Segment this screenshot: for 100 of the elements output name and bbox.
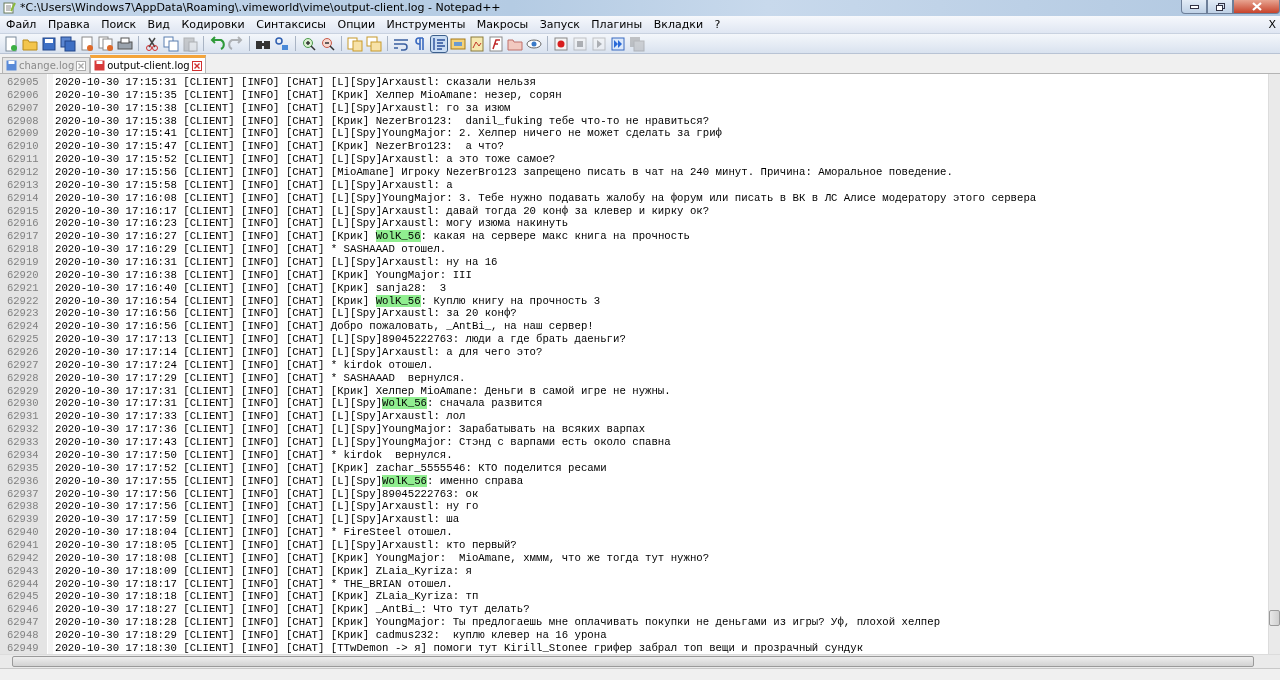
log-line: 2020-10-30 17:16:17 [CLIENT] [INFO] [CHAT] [L][Spy]Arxaustl: давай тогда 20 конф за клевер и кирку ок? xyxy=(55,204,710,218)
function-icon[interactable] xyxy=(488,35,504,52)
line-number: 62929 xyxy=(6,384,40,398)
log-line: 2020-10-30 17:15:52 [CLIENT] [INFO] [CHAT] [L][Spy]Arxaustl: а это тоже самое? xyxy=(55,153,556,166)
menu-item[interactable]: ? xyxy=(710,16,725,33)
close-icon[interactable] xyxy=(191,60,202,71)
line-number: 62906 xyxy=(6,88,40,102)
log-line: 2020-10-30 17:17:52 [CLIENT] [INFO] [CHAT] [Крик] zachar_5555546: КТО поделится ресами xyxy=(55,461,607,475)
line-number: 62917 xyxy=(6,230,40,244)
menu-item[interactable]: Запуск xyxy=(535,16,584,33)
close-icon[interactable] xyxy=(76,60,87,71)
menu-item[interactable]: Макросы xyxy=(472,16,533,33)
close-all-icon[interactable] xyxy=(98,35,114,52)
line-number: 62914 xyxy=(6,191,40,205)
menu-item[interactable]: Файл xyxy=(2,16,41,33)
log-line: 2020-10-30 17:17:50 [CLIENT] [INFO] [CHAT] * kirdok вернулся. xyxy=(55,448,453,462)
line-number: 62932 xyxy=(6,423,40,437)
log-line: 2020-10-30 17:15:41 [CLIENT] [INFO] [CHAT] [L][Spy]YoungMajor: 2. Хелпер ничего не может сделать за гриф xyxy=(55,127,722,141)
close-document-button[interactable]: X xyxy=(1268,16,1276,33)
line-number: 62943 xyxy=(6,564,40,578)
line-number: 62928 xyxy=(6,371,40,385)
line-number: 62910 xyxy=(6,140,40,154)
line-number: 62940 xyxy=(6,526,40,539)
log-line: 2020-10-30 17:17:31 [CLIENT] [INFO] [CHAT] [Крик] Хелпер MioAmane: Деньги в самой игре не нужны. xyxy=(55,384,671,398)
log-line: 2020-10-30 17:15:58 [CLIENT] [INFO] [CHAT] [L][Spy]Arxaustl: а xyxy=(55,178,453,192)
log-line: 2020-10-30 17:15:38 [CLIENT] [INFO] [CHAT] [Крик] NezerBro123: danil_fuking тебе что-то не нравиться? xyxy=(55,114,710,127)
log-line: 2020-10-30 17:16:29 [CLIENT] [INFO] [CHAT] * SASHAAAD отошел. xyxy=(55,243,447,257)
log-line: 2020-10-30 17:17:14 [CLIENT] [INFO] [CHAT] [L][Spy]Arxaustl: а для чего это? xyxy=(55,346,543,359)
menu-item[interactable]: Вкладки xyxy=(649,16,708,33)
chart-document-icon[interactable] xyxy=(469,35,485,52)
log-line: 2020-10-30 17:17:33 [CLIENT] [INFO] [CHAT] [L][Spy]Arxaustl: лол xyxy=(55,410,466,423)
log-line: 2020-10-30 17:18:30 [CLIENT] [INFO] [CHAT] [TTwDemon -> я] помоги тут Kirill_Stonee грифер забрал топ вещи и прозрачный сундук xyxy=(55,641,864,654)
minimize-icon xyxy=(1189,4,1199,9)
line-number: 62905 xyxy=(6,76,40,89)
vertical-scrollbar[interactable] xyxy=(1268,74,1280,654)
log-line: 2020-10-30 17:18:17 [CLIENT] [INFO] [CHAT] * THE_BRIAN отошел. xyxy=(55,577,453,591)
log-line: 2020-10-30 17:16:38 [CLIENT] [INFO] [CHAT] [Крик] YoungMajor: III xyxy=(55,268,472,282)
menu-item[interactable]: Правка xyxy=(43,16,94,33)
line-number: 62942 xyxy=(6,551,40,565)
zoom-out-icon[interactable] xyxy=(320,35,336,52)
new-file-icon[interactable] xyxy=(3,35,19,52)
line-number: 62930 xyxy=(6,397,40,411)
panel-icon[interactable] xyxy=(450,35,466,52)
fast-forward-icon[interactable] xyxy=(610,35,626,52)
log-line: 2020-10-30 17:15:56 [CLIENT] [INFO] [CHAT] [MioAmane] Игроку NezerBro123 запрещено писать в чат на 240 минут. Причина: Аморальное поведение. xyxy=(55,166,953,179)
line-number: 62923 xyxy=(6,307,40,321)
log-line: 2020-10-30 17:18:05 [CLIENT] [INFO] [CHAT] [L][Spy]Arxaustl: кто первый? xyxy=(55,538,517,552)
log-line: 2020-10-30 17:18:04 [CLIENT] [INFO] [CHAT] * FireSteel отошел. xyxy=(55,526,453,539)
notepad-icon xyxy=(3,1,16,14)
line-number: 62911 xyxy=(6,153,40,166)
line-number: 62939 xyxy=(6,513,40,527)
line-number: 62915 xyxy=(6,204,40,218)
log-line: 2020-10-30 17:17:13 [CLIENT] [INFO] [CHAT] [L][Spy]89045222763: люди а где брать даеньги? xyxy=(55,333,626,347)
line-number: 62907 xyxy=(6,101,40,115)
line-number: 62949 xyxy=(6,641,40,654)
record-icon[interactable] xyxy=(553,35,569,52)
menu-item[interactable]: Синтаксисы xyxy=(252,16,330,33)
line-number: 62935 xyxy=(6,461,40,475)
log-line: 2020-10-30 17:17:59 [CLIENT] [INFO] [CHAT] [L][Spy]Arxaustl: ша xyxy=(55,513,460,527)
menu-item[interactable]: Вид xyxy=(143,16,174,33)
printer-icon[interactable] xyxy=(117,35,133,52)
indent-guide-icon[interactable] xyxy=(431,35,447,52)
menu-item[interactable]: Кодировки xyxy=(177,16,249,33)
log-line: 2020-10-30 17:16:40 [CLIENT] [INFO] [CHAT] [Крик] sanja28: 3 xyxy=(55,281,447,295)
line-number: 62916 xyxy=(6,217,40,231)
log-line: 2020-10-30 17:18:27 [CLIENT] [INFO] [CHAT] [Крик] _AntBi_: Что тут делать? xyxy=(55,603,530,617)
line-number: 62921 xyxy=(6,281,40,295)
log-line: 2020-10-30 17:16:08 [CLIENT] [INFO] [CHAT] [L][Spy]YoungMajor: 3. Тебе нужно подавать жалобу на форум или писать в ВК в ЛС Алисе модератору этого сервера xyxy=(55,191,1037,205)
menu-item[interactable]: Плагины xyxy=(587,16,647,33)
menu-item[interactable]: Поиск xyxy=(97,16,141,33)
log-line: 2020-10-30 17:17:36 [CLIENT] [INFO] [CHAT] [L][Spy]YoungMajor: Зарабатывать на всяких варпах xyxy=(55,423,646,437)
line-number: 62937 xyxy=(6,487,40,501)
close-button[interactable] xyxy=(1233,0,1280,14)
log-line: 2020-10-30 17:18:28 [CLIENT] [INFO] [CHAT] [Крик] YoungMajor: Ты предлогаешь мне оплачивать покупки не деньгами из игры? Уф, плохой хелпер xyxy=(55,616,941,629)
restore-icon xyxy=(1215,2,1225,11)
undo-icon[interactable] xyxy=(209,35,225,52)
save-icon[interactable] xyxy=(41,35,57,52)
save-all-icon[interactable] xyxy=(60,35,76,52)
minimize-button[interactable] xyxy=(1181,0,1207,14)
log-line: 2020-10-30 17:15:31 [CLIENT] [INFO] [CHAT] [L][Spy]Arxaustl: сказали нельзя xyxy=(55,76,537,89)
line-number: 62936 xyxy=(6,474,40,488)
log-line: 2020-10-30 17:15:35 [CLIENT] [INFO] [CHAT] [Крик] Хелпер MioAmane: незер, сорян xyxy=(55,88,562,102)
log-line: 2020-10-30 17:17:55 [CLIENT] [INFO] [CHAT] [L][Spy]WolK_56: именно справа xyxy=(55,474,524,488)
menu-item[interactable]: Опции xyxy=(333,16,380,33)
line-number: 62922 xyxy=(6,294,40,308)
zoom-in-icon[interactable] xyxy=(301,35,317,52)
log-line: 2020-10-30 17:18:09 [CLIENT] [INFO] [CHAT] [Крик] ZLaia_Kyriza: я xyxy=(55,564,472,578)
scissors-icon[interactable] xyxy=(144,35,160,52)
menu-item[interactable]: Инструменты xyxy=(382,16,470,33)
line-number: 62926 xyxy=(6,346,40,359)
maximize-button[interactable] xyxy=(1207,0,1233,14)
line-number: 62912 xyxy=(6,166,40,179)
line-number: 62913 xyxy=(6,178,40,192)
log-line: 2020-10-30 17:16:31 [CLIENT] [INFO] [CHAT] [L][Spy]Arxaustl: ну на 16 xyxy=(55,256,498,269)
close-file-icon[interactable] xyxy=(79,35,95,52)
file-tab[interactable]: output-client.log xyxy=(90,55,206,73)
log-line: 2020-10-30 17:16:56 [CLIENT] [INFO] [CHAT] Добро пожаловать, _AntBi_, на наш сервер! xyxy=(55,320,594,333)
horizontal-scrollbar[interactable] xyxy=(0,654,1280,668)
line-number: 62931 xyxy=(6,410,40,424)
line-number: 62944 xyxy=(6,577,40,591)
